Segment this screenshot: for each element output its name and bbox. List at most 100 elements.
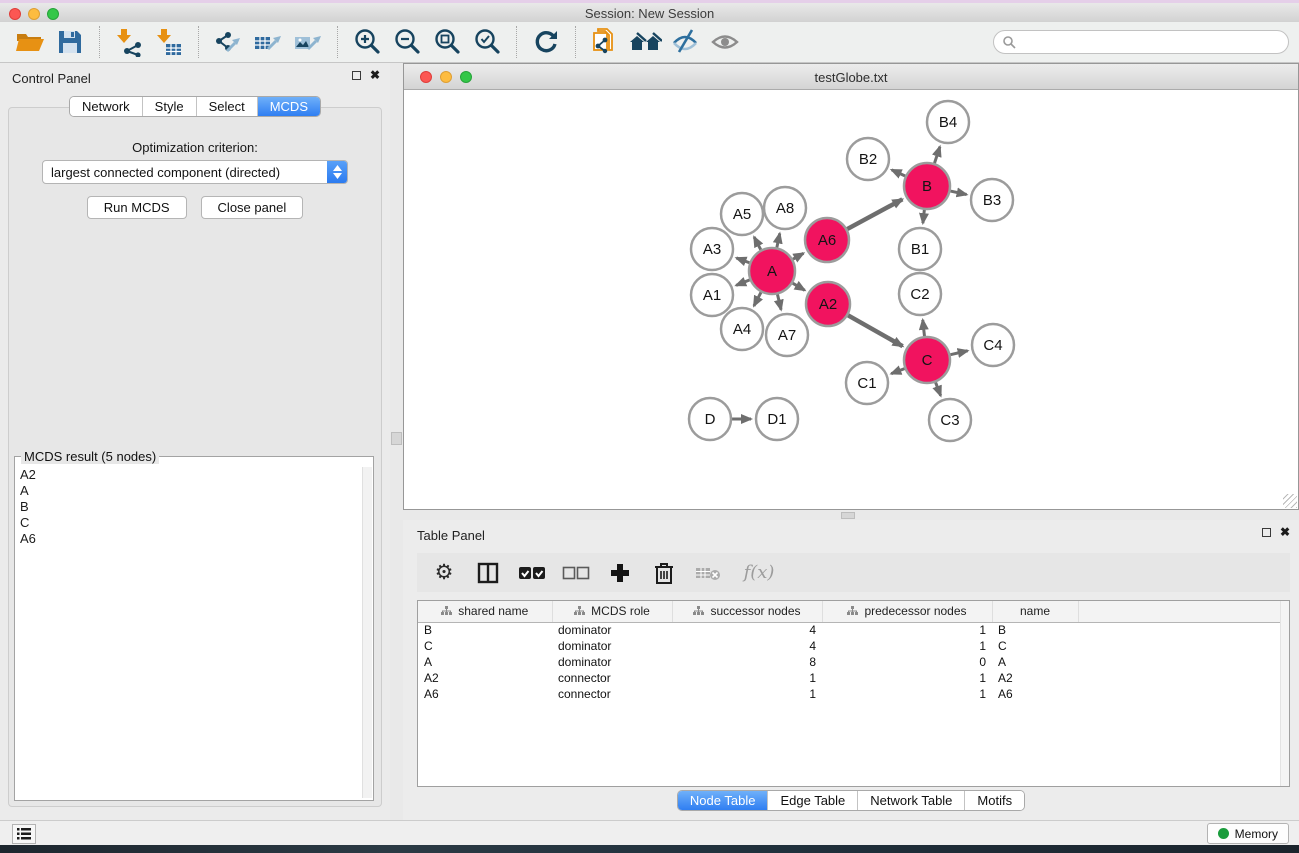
node-B4[interactable]: B4: [927, 101, 969, 143]
float-panel-icon[interactable]: [352, 71, 361, 80]
edge-A2-C[interactable]: [848, 315, 903, 346]
edge-A-A6[interactable]: [793, 253, 804, 259]
node-C4[interactable]: C4: [972, 324, 1014, 366]
vertical-split-handle[interactable]: [391, 432, 402, 445]
edge-B-B4[interactable]: [934, 147, 939, 163]
zoom-in-icon[interactable]: [347, 25, 387, 59]
delete-column-icon[interactable]: [649, 558, 679, 588]
node-D[interactable]: D: [689, 398, 731, 440]
refresh-icon[interactable]: [526, 25, 566, 59]
memory-button[interactable]: Memory: [1207, 823, 1289, 844]
node-table[interactable]: shared nameMCDS rolesuccessor nodesprede…: [417, 600, 1290, 787]
node-C1[interactable]: C1: [846, 362, 888, 404]
graphics-details-icon[interactable]: [665, 25, 705, 59]
close-panel-button[interactable]: Close panel: [201, 196, 304, 219]
gear-icon[interactable]: ⚙: [429, 558, 459, 588]
node-B2[interactable]: B2: [847, 138, 889, 180]
close-table-panel-icon[interactable]: ✖: [1280, 528, 1290, 537]
close-panel-icon[interactable]: ✖: [370, 71, 380, 80]
edge-B-B1[interactable]: [923, 210, 924, 223]
float-table-panel-icon[interactable]: [1262, 528, 1271, 537]
select-all-icon[interactable]: [517, 558, 547, 588]
export-image-icon[interactable]: [288, 25, 328, 59]
edge-A-A1[interactable]: [736, 280, 750, 285]
add-column-icon[interactable]: [605, 558, 635, 588]
edge-A6-B[interactable]: [847, 199, 902, 229]
network-window-titlebar[interactable]: testGlobe.txt: [404, 64, 1298, 90]
tab-style[interactable]: Style: [142, 97, 196, 116]
node-B1[interactable]: B1: [899, 228, 941, 270]
node-A8[interactable]: A8: [764, 187, 806, 229]
column-header-successor-nodes[interactable]: successor nodes: [672, 601, 822, 622]
export-network-icon[interactable]: [208, 25, 248, 59]
node-B3[interactable]: B3: [971, 179, 1013, 221]
mcds-result-item[interactable]: A: [20, 483, 361, 499]
node-D1[interactable]: D1: [756, 398, 798, 440]
table-tab-motifs[interactable]: Motifs: [964, 791, 1024, 810]
node-A3[interactable]: A3: [691, 228, 733, 270]
node-A7[interactable]: A7: [766, 314, 808, 356]
mcds-result-list[interactable]: A2ABCA6: [17, 467, 361, 798]
task-history-icon[interactable]: [12, 824, 36, 844]
node-C2[interactable]: C2: [899, 273, 941, 315]
table-row[interactable]: Bdominator41B: [418, 622, 1289, 638]
show-hide-eye-icon[interactable]: [705, 25, 745, 59]
table-tab-node-table[interactable]: Node Table: [678, 791, 768, 810]
node-A[interactable]: A: [749, 248, 795, 294]
search-field[interactable]: [993, 30, 1289, 54]
node-A5[interactable]: A5: [721, 193, 763, 235]
tab-network[interactable]: Network: [70, 97, 142, 116]
mcds-result-item[interactable]: B: [20, 499, 361, 515]
table-tab-edge-table[interactable]: Edge Table: [767, 791, 857, 810]
deselect-all-icon[interactable]: [561, 558, 591, 588]
run-mcds-button[interactable]: Run MCDS: [87, 196, 187, 219]
table-scrollbar[interactable]: [1280, 601, 1289, 786]
mcds-result-item[interactable]: A6: [20, 531, 361, 547]
export-table-icon[interactable]: [248, 25, 288, 59]
new-network-from-selection-icon[interactable]: [585, 25, 625, 59]
first-neighbors-icon[interactable]: [625, 25, 665, 59]
horizontal-split-handle[interactable]: [841, 512, 855, 519]
column-header-shared-name[interactable]: shared name: [418, 601, 552, 622]
table-row[interactable]: Cdominator41C: [418, 638, 1289, 654]
tab-mcds[interactable]: MCDS: [257, 97, 320, 116]
edge-A-A2[interactable]: [793, 283, 805, 290]
zoom-out-icon[interactable]: [387, 25, 427, 59]
edge-A-A4[interactable]: [754, 292, 761, 306]
column-header-predecessor-nodes[interactable]: predecessor nodes: [822, 601, 992, 622]
column-header-name[interactable]: name: [992, 601, 1078, 622]
criterion-dropdown[interactable]: largest connected component (directed): [42, 160, 348, 184]
resize-grip-icon[interactable]: [1283, 494, 1297, 508]
mcds-result-scrollbar[interactable]: [362, 467, 372, 798]
edge-A-A7[interactable]: [777, 294, 781, 309]
mcds-result-item[interactable]: C: [20, 515, 361, 531]
table-row[interactable]: A6connector11A6: [418, 686, 1289, 702]
search-input[interactable]: [1021, 35, 1288, 50]
edge-A-A8[interactable]: [777, 233, 780, 247]
edge-C-C1[interactable]: [891, 369, 904, 374]
node-C[interactable]: C: [904, 337, 950, 383]
node-A1[interactable]: A1: [691, 274, 733, 316]
table-tab-network-table[interactable]: Network Table: [857, 791, 964, 810]
node-A4[interactable]: A4: [721, 308, 763, 350]
mcds-result-item[interactable]: A2: [20, 467, 361, 483]
table-row[interactable]: Adominator80A: [418, 654, 1289, 670]
edge-C-C2[interactable]: [923, 320, 925, 336]
node-A6[interactable]: A6: [805, 218, 849, 262]
column-header-MCDS-role[interactable]: MCDS role: [552, 601, 672, 622]
node-B[interactable]: B: [904, 163, 950, 209]
import-network-icon[interactable]: [109, 25, 149, 59]
split-columns-icon[interactable]: [473, 558, 503, 588]
tab-select[interactable]: Select: [196, 97, 257, 116]
node-A2[interactable]: A2: [806, 282, 850, 326]
import-table-icon[interactable]: [149, 25, 189, 59]
edge-C-C3[interactable]: [936, 382, 941, 395]
save-session-icon[interactable]: [50, 25, 90, 59]
zoom-fit-icon[interactable]: [427, 25, 467, 59]
network-canvas[interactable]: A5A8 A3 A A1A4A7 A6 A2 B2 B4 B B3 B1C2 C4 C C1 C3 D D1: [404, 91, 1298, 509]
edge-C-C4[interactable]: [950, 351, 967, 355]
node-C3[interactable]: C3: [929, 399, 971, 441]
zoom-selected-icon[interactable]: [467, 25, 507, 59]
table-row[interactable]: A2connector11A2: [418, 670, 1289, 686]
edge-B-B3[interactable]: [950, 191, 966, 194]
